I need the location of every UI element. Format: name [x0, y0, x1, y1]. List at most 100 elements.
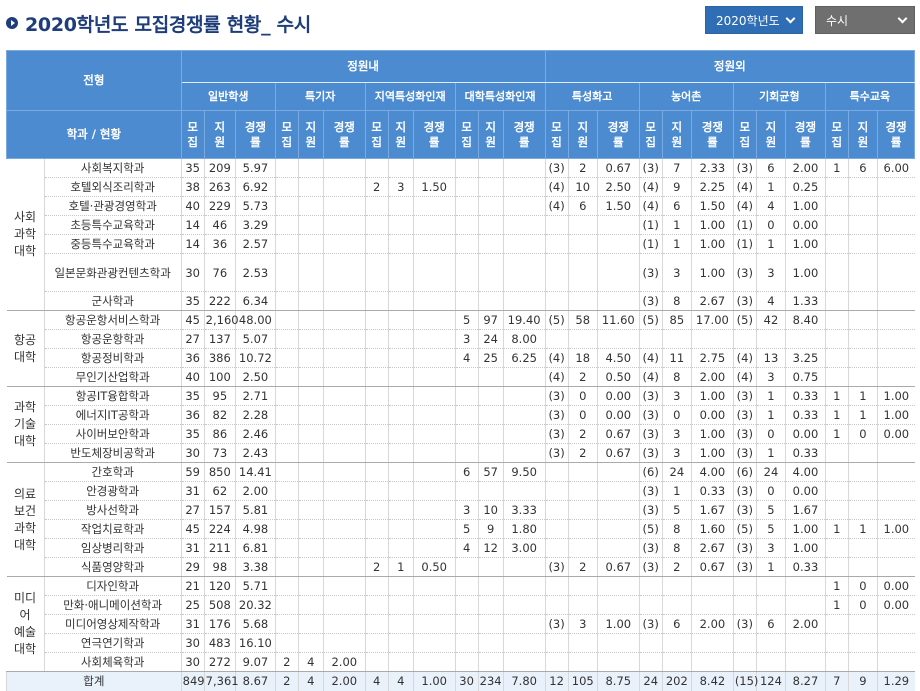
table-cell: [412, 158, 456, 178]
header-col: 경쟁 률: [877, 110, 915, 159]
table-cell: 2.50: [596, 177, 640, 197]
table-cell: 2.67: [690, 291, 734, 311]
table-cell: 1: [847, 519, 878, 539]
table-cell: [877, 557, 915, 577]
table-cell: [322, 291, 366, 311]
table-cell: [412, 481, 456, 501]
table-cell: 0.67: [596, 557, 640, 577]
table-cell: [387, 614, 414, 634]
table-row: 호텔외식조리학과 38 263 6.92 2 3 1.50 (4) 10 2.50 (4) 9 2.25…: [7, 177, 915, 197]
table-cell: [877, 291, 915, 311]
table-cell: 1.00: [877, 519, 915, 539]
table-cell: (3): [638, 500, 663, 520]
table-cell: [274, 158, 299, 178]
department-name: 작업치료학과: [43, 519, 182, 539]
table-cell: 45: [180, 310, 205, 330]
table-cell: [454, 367, 479, 387]
table-cell: [297, 557, 324, 577]
total-cell: 1.29: [877, 671, 915, 691]
table-cell: 10: [567, 177, 598, 197]
table-cell: [477, 405, 504, 425]
total-cell: 9: [847, 671, 878, 691]
table-cell: 1.00: [785, 253, 826, 292]
table-cell: 0: [847, 576, 878, 596]
table-cell: [454, 595, 479, 615]
table-cell: (1): [638, 234, 663, 254]
table-row: 미디어영상제작학과 31 176 5.68 (3) 3 1.00 (3) 6 2.00 (3) 6 2.…: [7, 614, 915, 634]
department-name: 방사선학과: [43, 500, 182, 520]
total-cell: 7.80: [502, 671, 546, 691]
table-cell: [297, 462, 324, 482]
table-cell: [732, 595, 757, 615]
table-cell: [297, 405, 324, 425]
table-cell: [412, 614, 456, 634]
table-cell: 0.33: [785, 405, 826, 425]
table-cell: (3): [732, 405, 757, 425]
table-cell: [274, 614, 299, 634]
table-cell: [297, 538, 324, 558]
table-cell: [387, 462, 414, 482]
table-cell: [297, 348, 324, 368]
table-cell: [502, 234, 546, 254]
table-cell: 58: [567, 310, 598, 330]
table-cell: 1: [387, 557, 414, 577]
table-cell: [297, 576, 324, 596]
table-cell: [502, 557, 546, 577]
table-cell: (4): [638, 367, 663, 387]
table-row: 일본문화관광컨텐츠학과 30 76 2.53 (3) 3 1.00 (3) 3 1.00: [7, 253, 915, 292]
table-cell: [274, 196, 299, 216]
table-cell: (3): [544, 158, 569, 178]
table-cell: [412, 386, 456, 406]
table-cell: 3.00: [502, 538, 546, 558]
table-cell: 2.00: [785, 158, 826, 178]
table-cell: [454, 158, 479, 178]
table-cell: 1.50: [412, 177, 456, 197]
table-cell: [477, 386, 504, 406]
table-cell: [732, 652, 757, 672]
table-cell: [364, 652, 389, 672]
table-cell: 1.33: [785, 291, 826, 311]
table-cell: [502, 158, 546, 178]
table-cell: [364, 329, 389, 349]
table-cell: 12: [477, 538, 504, 558]
admission-type-select[interactable]: 수시: [815, 6, 915, 34]
table-cell: [785, 633, 826, 653]
table-cell: [847, 253, 878, 292]
table-cell: [387, 538, 414, 558]
table-cell: [847, 633, 878, 653]
table-cell: 1: [755, 557, 786, 577]
table-cell: 4: [755, 291, 786, 311]
table-cell: 1: [755, 405, 786, 425]
table-cell: [364, 538, 389, 558]
table-cell: 2.57: [235, 234, 276, 254]
table-cell: [322, 538, 366, 558]
table-cell: 45: [180, 519, 205, 539]
table-cell: 31: [180, 481, 205, 501]
table-cell: 27: [180, 500, 205, 520]
table-cell: (3): [638, 253, 663, 292]
table-cell: 2.00: [785, 614, 826, 634]
header-col: 지 원: [387, 110, 414, 159]
table-cell: [544, 519, 569, 539]
header-col: 경쟁 률: [690, 110, 734, 159]
table-cell: [477, 652, 504, 672]
header-col: 모 집: [638, 110, 663, 159]
table-cell: [824, 196, 849, 216]
total-cell: 8.75: [596, 671, 640, 691]
table-cell: 1.00: [690, 424, 734, 444]
table-cell: [732, 633, 757, 653]
table-cell: [364, 253, 389, 292]
table-cell: [322, 386, 366, 406]
table-cell: 2: [567, 158, 598, 178]
table-cell: 7: [661, 158, 692, 178]
table-cell: [322, 633, 366, 653]
table-cell: [877, 633, 915, 653]
table-cell: [847, 348, 878, 368]
header-group: 기회균형: [732, 82, 826, 111]
table-cell: [596, 462, 640, 482]
page-title-text: 2020학년도 모집경쟁률 현황_ 수시: [25, 13, 311, 36]
table-cell: [274, 519, 299, 539]
year-select[interactable]: 2020학년도: [705, 6, 803, 34]
table-cell: 176: [203, 614, 236, 634]
table-cell: [477, 234, 504, 254]
